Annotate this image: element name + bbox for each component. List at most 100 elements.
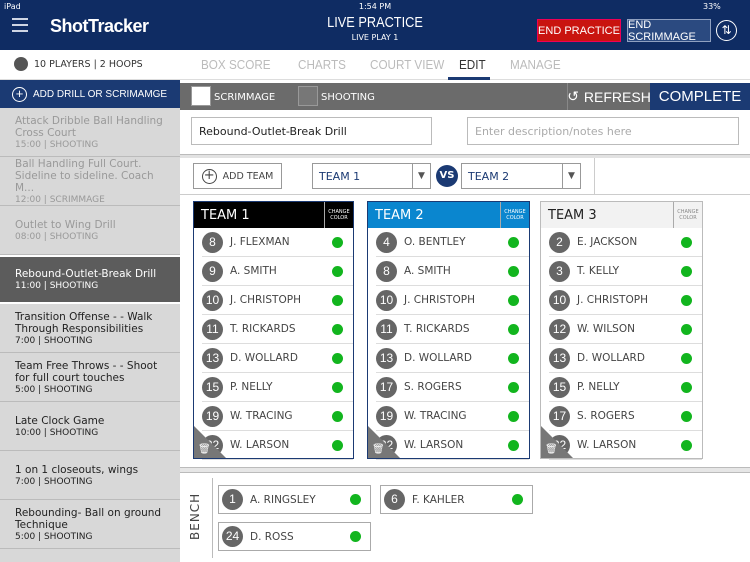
drill-item[interactable]: Attack Dribble Ball Handling Cross Court… (0, 108, 180, 157)
shooting-checkbox[interactable] (298, 86, 318, 106)
swap-icon[interactable]: ⇅ (716, 20, 737, 41)
team-name: TEAM 3 (548, 207, 597, 223)
player-name: D. WOLLARD (577, 352, 645, 364)
team-b-select[interactable]: TEAM 2 ▼ (461, 163, 581, 189)
drill-item[interactable]: Team Free Throws - - Shoot for full cour… (0, 353, 180, 402)
active-status-dot (332, 381, 343, 393)
player-row[interactable]: 13 D. WOLLARD (376, 344, 529, 373)
active-status-dot (508, 265, 519, 277)
team-header: TEAM 1 CHANGE COLOR (194, 202, 353, 228)
player-row[interactable]: 11 T. RICKARDS (202, 315, 353, 344)
drill-item[interactable]: Ball Handling Full Court. Sideline to si… (0, 157, 180, 206)
end-practice-button[interactable]: END PRACTICE (537, 19, 621, 42)
bench-player[interactable]: 24 D. ROSS (218, 522, 371, 551)
scrimmage-checkbox[interactable] (191, 86, 211, 106)
player-name: J. CHRISTOPH (230, 294, 301, 306)
drill-meta: 15:00 | SHOOTING (15, 139, 99, 150)
player-row[interactable]: 2 E. JACKSON (549, 228, 702, 257)
player-row[interactable]: 4 O. BENTLEY (376, 228, 529, 257)
bench-player[interactable]: 1 A. RINGSLEY (218, 485, 371, 514)
drill-item[interactable]: Outlet to Wing Drill 08:00 | SHOOTING (0, 206, 180, 255)
refresh-button[interactable]: ↺ REFRESH (567, 83, 651, 110)
active-status-dot (681, 236, 692, 248)
active-status-dot (332, 410, 343, 422)
tab-manage[interactable]: MANAGE (510, 57, 561, 72)
jersey-number: 11 (202, 318, 223, 340)
active-status-dot (681, 410, 692, 422)
player-row[interactable]: 9 A. SMITH (202, 257, 353, 286)
player-row[interactable]: 12 W. WILSON (549, 315, 702, 344)
team-a-select[interactable]: TEAM 1 ▼ (312, 163, 431, 189)
player-row[interactable]: 15 P. NELLY (202, 373, 353, 402)
drill-meta: 10:00 | SHOOTING (15, 427, 99, 438)
player-row[interactable]: 17 S. ROGERS (376, 373, 529, 402)
player-name: J. FLEXMAN (230, 236, 290, 248)
drill-name: 1 on 1 closeouts, wings (15, 463, 139, 476)
chevron-down-icon: ▼ (412, 164, 430, 188)
divider (594, 158, 595, 195)
player-row[interactable]: 13 D. WOLLARD (202, 344, 353, 373)
player-name: W. WILSON (577, 323, 635, 335)
vs-badge: VS (436, 165, 458, 187)
player-row[interactable]: 15 P. NELLY (549, 373, 702, 402)
player-name: W. LARSON (230, 439, 290, 451)
player-name: A. RINGSLEY (250, 493, 316, 506)
active-status-dot (681, 352, 692, 364)
tab-court-view[interactable]: COURT VIEW (370, 57, 444, 72)
jersey-number: 12 (549, 318, 570, 340)
drill-name-input[interactable]: Rebound-Outlet-Break Drill (191, 117, 432, 145)
jersey-number: 8 (202, 231, 223, 253)
drill-name: Transition Offense - - Walk Through Resp… (15, 310, 153, 335)
drill-meta: 12:00 | SCRIMMAGE (15, 194, 105, 205)
complete-button[interactable]: COMPLETE (650, 83, 750, 110)
tab-edit[interactable]: EDIT (459, 57, 486, 72)
add-drill-button[interactable]: + ADD DRILL OR SCRIMAMGE (0, 80, 180, 108)
scrimmage-label: SCRIMMAGE (214, 92, 276, 103)
player-row[interactable]: 10 J. CHRISTOPH (549, 286, 702, 315)
drill-item[interactable]: Transition Offense - - Walk Through Resp… (0, 304, 180, 353)
drill-list: Attack Dribble Ball Handling Cross Court… (0, 108, 180, 562)
team-header: TEAM 2 CHANGE COLOR (368, 202, 529, 228)
change-color-button[interactable]: CHANGE COLOR (324, 202, 353, 228)
drill-item[interactable]: Rebound-Outlet-Break Drill 11:00 | SHOOTI… (0, 255, 180, 304)
player-name: O. BENTLEY (404, 236, 466, 248)
jersey-number: 15 (549, 376, 570, 398)
drill-name: Team Free Throws - - Shoot for full cour… (15, 359, 158, 384)
change-color-button[interactable]: CHANGE COLOR (673, 202, 702, 228)
drill-meta: 5:00 | SHOOTING (15, 531, 93, 542)
drill-meta: 7:00 | SHOOTING (15, 335, 93, 346)
drill-meta: 7:00 | SHOOTING (15, 476, 93, 487)
player-name: W. TRACING (404, 410, 467, 422)
player-row[interactable]: 8 J. FLEXMAN (202, 228, 353, 257)
tab-charts[interactable]: CHARTS (298, 57, 346, 72)
menu-icon[interactable] (12, 18, 28, 32)
player-name: A. SMITH (404, 265, 451, 277)
player-name: W. LARSON (577, 439, 637, 451)
player-row[interactable]: 10 J. CHRISTOPH (376, 286, 529, 315)
jersey-number: 13 (549, 347, 570, 369)
team-card: TEAM 2 CHANGE COLOR 4 O. BENTLEY 8 A. SMITH 10… (367, 201, 530, 460)
player-name: T. KELLY (577, 265, 620, 277)
end-scrimmage-button[interactable]: END SCRIMMAGE (627, 19, 711, 43)
player-row[interactable]: 8 A. SMITH (376, 257, 529, 286)
tab-box-score[interactable]: BOX SCORE (201, 57, 271, 72)
description-input[interactable]: Enter description/notes here (467, 117, 739, 145)
drill-item[interactable]: 1 on 1 closeouts, wings 7:00 | SHOOTING (0, 451, 180, 500)
player-row[interactable]: 13 D. WOLLARD (549, 344, 702, 373)
player-row[interactable]: 11 T. RICKARDS (376, 315, 529, 344)
trash-icon: 🗑 (198, 444, 211, 455)
change-color-button[interactable]: CHANGE COLOR (500, 202, 529, 228)
jersey-number: 19 (202, 405, 223, 427)
jersey-number: 11 (376, 318, 397, 340)
player-name: T. RICKARDS (404, 323, 470, 335)
player-row[interactable]: 10 J. CHRISTOPH (202, 286, 353, 315)
active-tab-indicator (448, 77, 490, 80)
player-name: F. KAHLER (412, 493, 465, 506)
drill-item[interactable]: Late Clock Game 10:00 | SHOOTING (0, 402, 180, 451)
team-name: TEAM 1 (201, 207, 250, 223)
drill-item[interactable]: Rebounding- Ball on ground Technique 5:00… (0, 500, 180, 549)
player-row[interactable]: 3 T. KELLY (549, 257, 702, 286)
add-team-button[interactable]: + ADD TEAM (193, 163, 282, 189)
bench-player[interactable]: 6 F. KAHLER (380, 485, 533, 514)
jersey-number: 17 (376, 376, 397, 398)
